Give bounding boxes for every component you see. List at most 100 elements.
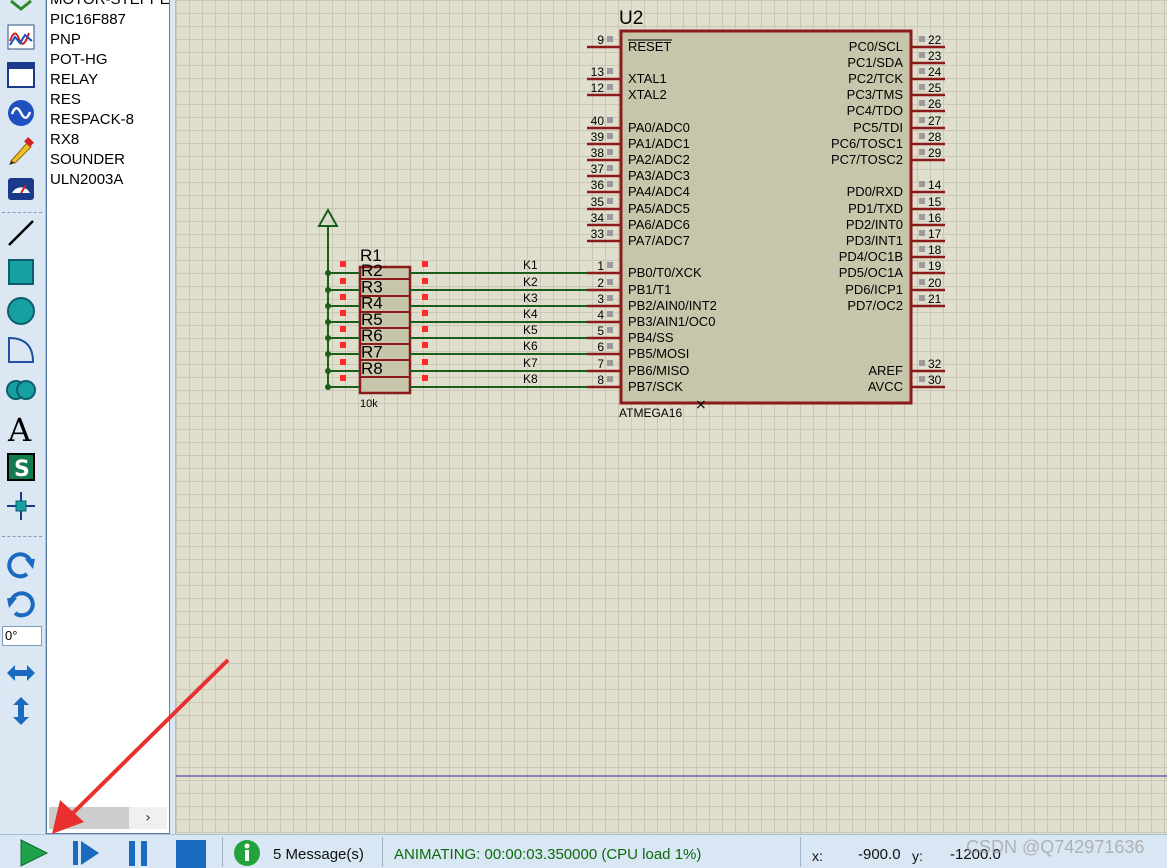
pin-marker <box>422 375 428 381</box>
play-button[interactable] <box>16 838 52 868</box>
pin-name: PB0/T0/XCK <box>628 265 702 280</box>
pin-number: 7 <box>597 357 604 371</box>
horizontal-scrollbar[interactable]: › <box>49 807 167 829</box>
pin-number: 9 <box>597 33 604 47</box>
tape-recorder-icon[interactable] <box>4 58 38 92</box>
circle-tool-icon[interactable] <box>4 294 38 328</box>
rotate-clockwise-icon[interactable] <box>4 548 38 582</box>
info-icon[interactable] <box>232 839 262 867</box>
pin-name: PA2/ADC2 <box>628 152 690 167</box>
list-item[interactable]: PNP <box>50 30 169 50</box>
pin-name: PC4/TDO <box>847 103 903 118</box>
x-coordinate-value: -900.0 <box>858 846 901 863</box>
pin-marker <box>919 376 925 382</box>
voltage-probe-icon[interactable] <box>4 134 38 168</box>
mirror-horizontal-icon[interactable] <box>4 656 38 690</box>
pin-marker <box>607 295 613 301</box>
step-button[interactable] <box>68 838 104 868</box>
pin-number: 37 <box>591 162 605 176</box>
pin-marker <box>919 246 925 252</box>
junction-dot <box>325 335 331 341</box>
list-item[interactable]: ULN2003A <box>50 170 169 190</box>
virtual-instruments-icon[interactable] <box>4 172 38 206</box>
pin-number: 12 <box>591 81 605 95</box>
resistor-pack[interactable]: R2R3R4R5R6R7R8 <box>340 261 428 395</box>
device-list: MOTOR-STEPPER PIC16F887 PNP POT-HG RELAY… <box>50 0 169 190</box>
marker-tool-icon[interactable] <box>4 489 38 523</box>
pin-marker <box>607 181 613 187</box>
pin-number: 23 <box>928 49 942 63</box>
pin-marker <box>340 294 346 300</box>
list-item[interactable]: MOTOR-STEPPER <box>50 0 169 10</box>
pin-name: PA7/ADC7 <box>628 233 690 248</box>
stop-button[interactable] <box>172 838 208 868</box>
graph-mode-icon[interactable] <box>4 20 38 54</box>
power-terminal-arrow[interactable] <box>317 207 339 227</box>
scroll-right-icon[interactable]: › <box>129 810 167 826</box>
net-label: K8 <box>523 372 538 386</box>
pin-name: RESET <box>628 39 671 54</box>
pin-name: PD6/ICP1 <box>845 282 903 297</box>
pin-number: 25 <box>928 81 942 95</box>
pin-marker <box>919 36 925 42</box>
box-tool-icon[interactable] <box>4 255 38 289</box>
list-item[interactable]: RESPACK-8 <box>50 110 169 130</box>
pin-number: 38 <box>591 146 605 160</box>
pin-name: PD5/OC1A <box>839 265 904 280</box>
list-item[interactable]: POT-HG <box>50 50 169 70</box>
list-item[interactable]: SOUNDER <box>50 150 169 170</box>
play-icon <box>20 839 49 867</box>
line-tool-icon[interactable] <box>4 216 38 250</box>
junction-dot <box>325 368 331 374</box>
net-label: K4 <box>523 307 538 321</box>
pin-name: PD4/OC1B <box>839 249 903 264</box>
pin-marker <box>919 149 925 155</box>
symbol-tool-icon[interactable]: S <box>4 450 38 484</box>
pause-button[interactable] <box>120 838 156 868</box>
list-item[interactable]: PIC16F887 <box>50 10 169 30</box>
y-coordinate-label: y: <box>912 848 923 864</box>
rotation-angle-field[interactable]: 0° <box>2 626 42 646</box>
pin-marker <box>422 342 428 348</box>
schematic-canvas[interactable]: U2 ATMEGA16 × 9 RESET 13 XTAL1 12 XTAL2 40 PA0/… <box>176 0 1167 834</box>
pin-name: PA1/ADC1 <box>628 136 690 151</box>
pin-marker <box>919 279 925 285</box>
pin-name: PD1/TXD <box>848 201 903 216</box>
junction-dot <box>325 319 331 325</box>
list-item[interactable]: RX8 <box>50 130 169 150</box>
pin-marker <box>919 133 925 139</box>
pin-number: 19 <box>928 259 942 273</box>
pin-marker <box>919 84 925 90</box>
text-tool-icon[interactable]: A <box>4 411 38 445</box>
rotate-anticlockwise-icon[interactable] <box>4 587 38 621</box>
pin-marker <box>607 84 613 90</box>
pin-number: 18 <box>928 243 942 257</box>
pin-number: 4 <box>597 308 604 322</box>
pin-marker <box>607 165 613 171</box>
pin-name: AREF <box>868 363 903 378</box>
pin-marker <box>340 359 346 365</box>
pin-name: PC2/TCK <box>848 71 903 86</box>
path-tool-icon[interactable] <box>4 372 38 406</box>
message-count[interactable]: 5 Message(s) <box>273 846 364 863</box>
net-label: K3 <box>523 291 538 305</box>
pin-name: PD3/INT1 <box>846 233 903 248</box>
pin-name: PD2/INT0 <box>846 217 903 232</box>
pin-marker <box>607 279 613 285</box>
terminal-mode-icon[interactable] <box>4 0 38 20</box>
arc-tool-icon[interactable] <box>4 333 38 367</box>
pin-marker <box>340 326 346 332</box>
list-item[interactable]: RES <box>50 90 169 110</box>
generator-mode-icon[interactable] <box>4 96 38 130</box>
mirror-vertical-icon[interactable] <box>4 694 38 728</box>
pin-name: PC5/TDI <box>853 120 903 135</box>
pin-marker <box>919 117 925 123</box>
list-item[interactable]: RELAY <box>50 70 169 90</box>
scrollbar-thumb[interactable] <box>49 807 129 829</box>
net-label: K1 <box>523 258 538 272</box>
pin-marker <box>340 261 346 267</box>
pin-number: 27 <box>928 114 942 128</box>
simulation-status: ANIMATING: 00:00:03.350000 (CPU load 1%) <box>394 846 702 863</box>
pin-number: 39 <box>591 130 605 144</box>
pin-number: 1 <box>597 259 604 273</box>
